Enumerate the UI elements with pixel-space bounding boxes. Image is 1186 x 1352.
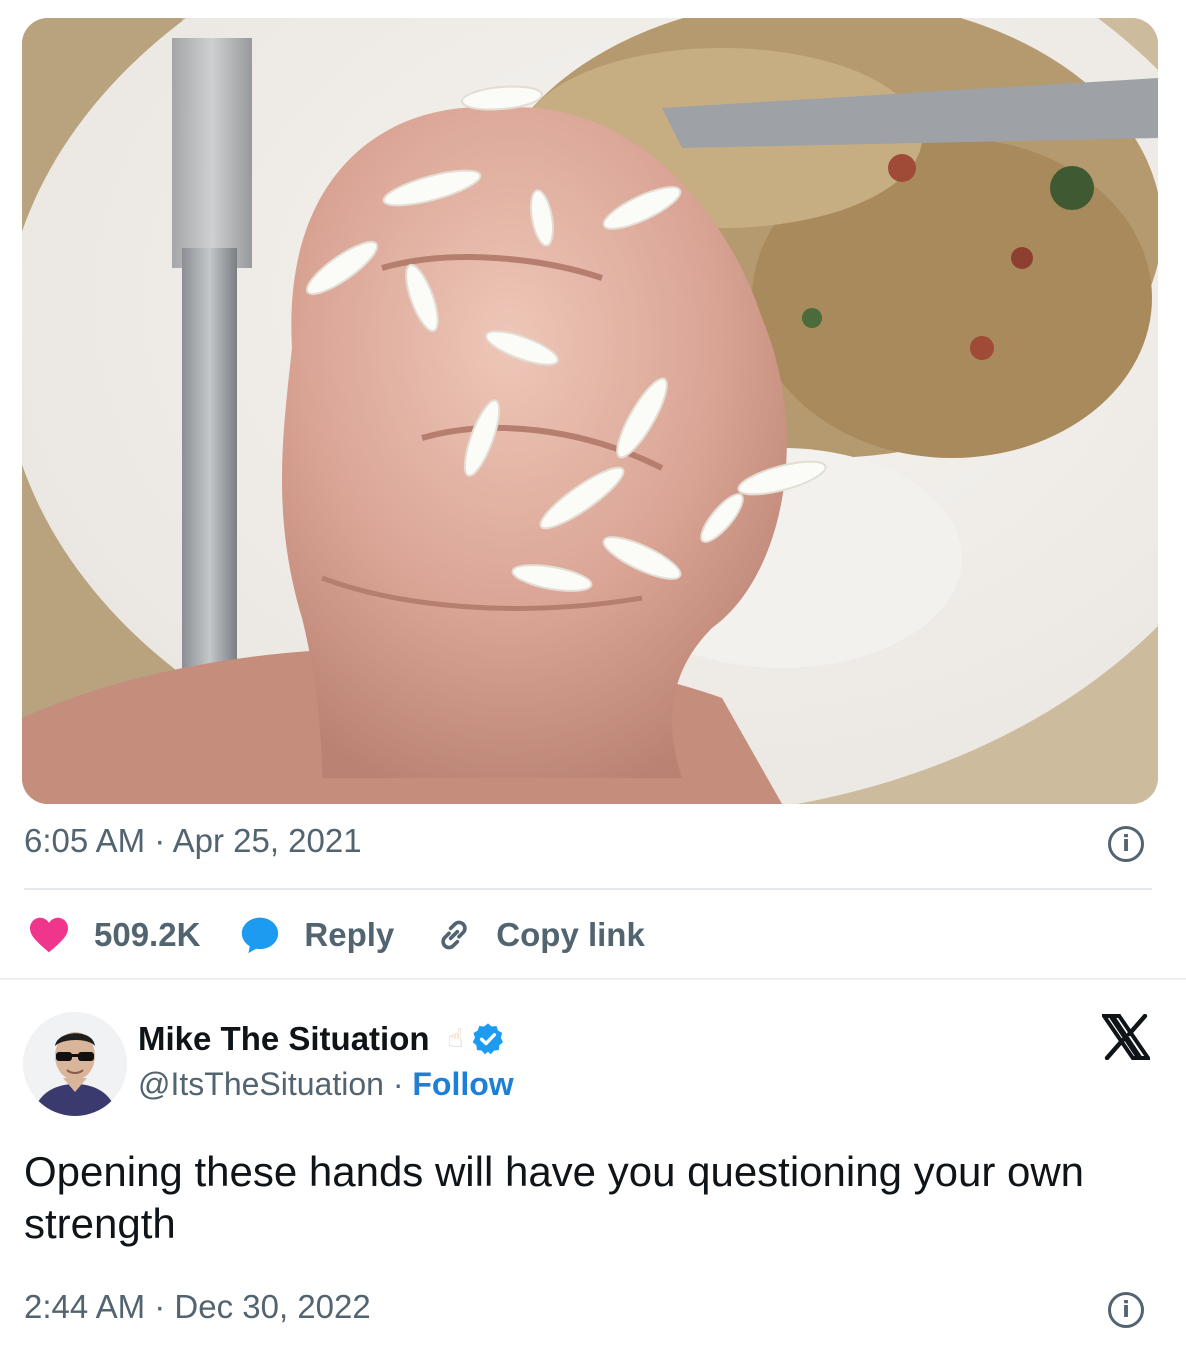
tweet-time: 2:44 AM [24,1288,146,1325]
tweet-actions: 509.2K Reply Copy link [28,912,685,958]
author-name: Mike The Situation [138,1020,430,1057]
reply-button[interactable]: Reply [240,916,394,954]
tweet-date: Dec 30, 2022 [174,1288,371,1325]
like-count: 509.2K [94,916,201,953]
tweet-photo[interactable] [22,18,1158,804]
tweet-timestamp[interactable]: 6:05 AM · Apr 25, 2021 [24,822,362,860]
tweet-date: Apr 25, 2021 [172,822,362,859]
like-button[interactable]: 509.2K [28,916,200,954]
timestamp-separator: · [154,822,173,859]
copy-link-button[interactable]: Copy link [434,915,645,955]
follow-button[interactable]: Follow [412,1066,513,1102]
tweet-text: Opening these hands will have you questi… [24,1148,1085,1247]
pointing-up-emoji: ☝ [447,1024,464,1054]
x-logo-icon[interactable] [1100,1013,1152,1065]
info-button[interactable]: i [1108,1292,1144,1328]
timestamp-separator: · [154,1288,175,1325]
reply-bubble-icon [240,916,280,954]
divider [0,978,1186,980]
avatar-image [23,1012,127,1116]
heart-icon [28,916,70,954]
divider [24,888,1152,890]
tweet-timestamp[interactable]: 2:44 AM · Dec 30, 2022 [24,1288,371,1326]
info-button[interactable]: i [1108,826,1144,862]
author-row[interactable]: Mike The Situation ☝ [138,1020,505,1058]
link-icon [434,915,474,955]
tweet-time: 6:05 AM [24,822,146,859]
info-icon: i [1108,1292,1144,1328]
reply-label: Reply [304,916,395,953]
photo-illustration [22,18,1158,804]
copy-link-label: Copy link [496,916,645,953]
info-icon: i [1108,826,1144,862]
verified-badge-icon [471,1022,505,1056]
handle-separator-dot: · [392,1066,404,1102]
avatar[interactable] [23,1012,127,1116]
author-handle[interactable]: @ItsTheSituation [138,1066,384,1102]
handle-row: @ItsTheSituation · Follow [138,1066,514,1103]
